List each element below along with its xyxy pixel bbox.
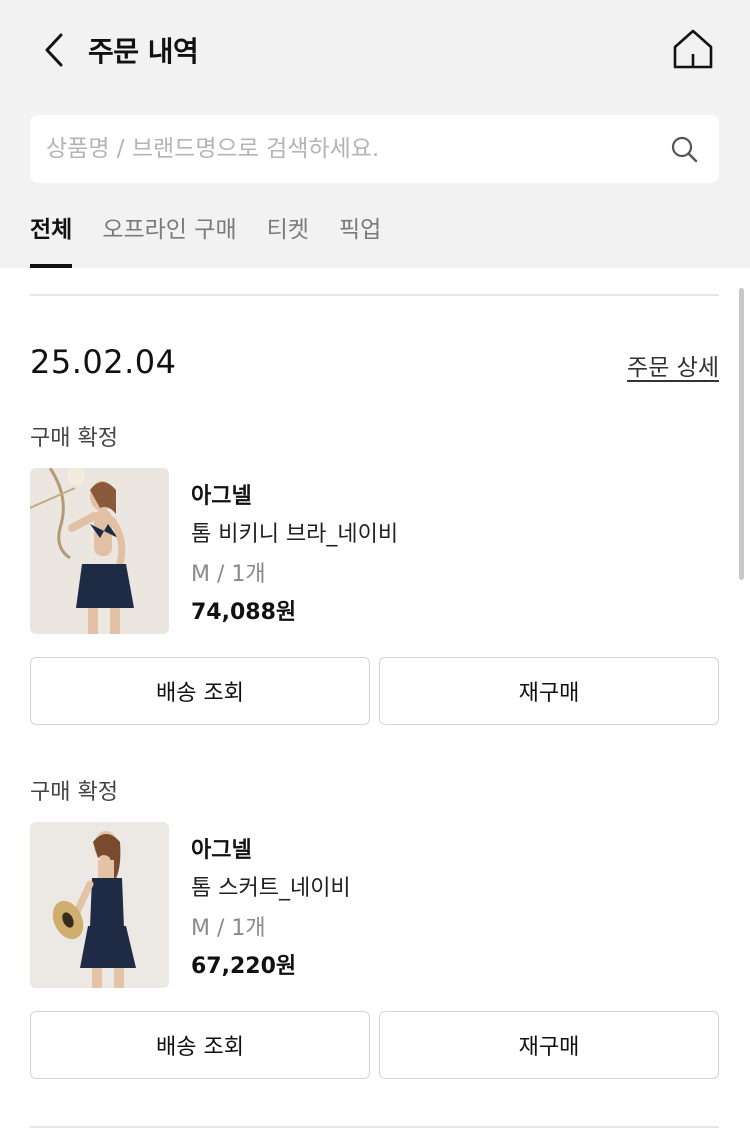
- back-button[interactable]: [34, 26, 74, 74]
- product-photo: [30, 468, 169, 634]
- product-brand: 아그넬: [191, 838, 252, 863]
- order-date: 25.02.04: [30, 343, 177, 381]
- track-delivery-button[interactable]: 배송 조회: [30, 657, 370, 725]
- top-bar: 주문 내역 전체 오프라인 구매 티켓 픽업: [0, 0, 750, 268]
- product-row: 아그넬 톰 스커트_네이비 M / 1개 67,220원: [30, 822, 351, 988]
- item-actions: 배송 조회 재구매: [30, 1011, 719, 1079]
- product-info: 아그넬 톰 스커트_네이비 M / 1개 67,220원: [191, 822, 351, 988]
- app-header: 주문 내역: [0, 0, 750, 98]
- order-status: 구매 확정: [30, 780, 118, 805]
- tab-pickup[interactable]: 픽업: [339, 204, 381, 268]
- product-image[interactable]: [30, 468, 169, 634]
- divider: [30, 294, 719, 296]
- home-icon: [673, 29, 713, 69]
- divider: [30, 1126, 719, 1128]
- order-item: 구매 확정 아그넬 톰 스커트_네이비 M / 1개 67,220원 배송 조회…: [30, 774, 719, 1084]
- tab-ticket[interactable]: 티켓: [267, 204, 309, 268]
- search-icon: [671, 136, 698, 163]
- order-status: 구매 확정: [30, 426, 118, 451]
- product-image[interactable]: [30, 822, 169, 988]
- order-item: 구매 확정 아그넬 톰 비키니 브라_네이비 M / 1개 74,088원 배송…: [30, 420, 719, 730]
- product-name[interactable]: 톰 스커트_네이비: [191, 870, 351, 910]
- product-brand: 아그넬: [191, 484, 252, 509]
- tab-bar: 전체 오프라인 구매 티켓 픽업: [30, 204, 411, 268]
- track-delivery-button[interactable]: 배송 조회: [30, 1011, 370, 1079]
- search-bar: [30, 115, 719, 183]
- product-price: 74,088원: [191, 600, 297, 625]
- scrollbar[interactable]: [739, 288, 744, 580]
- repurchase-button[interactable]: 재구매: [379, 1011, 719, 1079]
- repurchase-button[interactable]: 재구매: [379, 657, 719, 725]
- product-info: 아그넬 톰 비키니 브라_네이비 M / 1개 74,088원: [191, 468, 398, 634]
- product-photo: [30, 822, 169, 988]
- tab-all[interactable]: 전체: [30, 204, 73, 268]
- product-row: 아그넬 톰 비키니 브라_네이비 M / 1개 74,088원: [30, 468, 398, 634]
- search-input[interactable]: [30, 115, 649, 183]
- home-button[interactable]: [670, 26, 716, 72]
- search-button[interactable]: [649, 115, 719, 183]
- item-actions: 배송 조회 재구매: [30, 657, 719, 725]
- page-title: 주문 내역: [88, 35, 199, 68]
- product-option: M / 1개: [191, 562, 266, 587]
- order-detail-link[interactable]: 주문 상세: [627, 348, 719, 382]
- product-option: M / 1개: [191, 916, 266, 941]
- product-name[interactable]: 톰 비키니 브라_네이비: [191, 516, 398, 556]
- product-price: 67,220원: [191, 954, 297, 979]
- chevron-left-icon: [45, 33, 63, 67]
- tab-offline-purchase[interactable]: 오프라인 구매: [102, 204, 236, 268]
